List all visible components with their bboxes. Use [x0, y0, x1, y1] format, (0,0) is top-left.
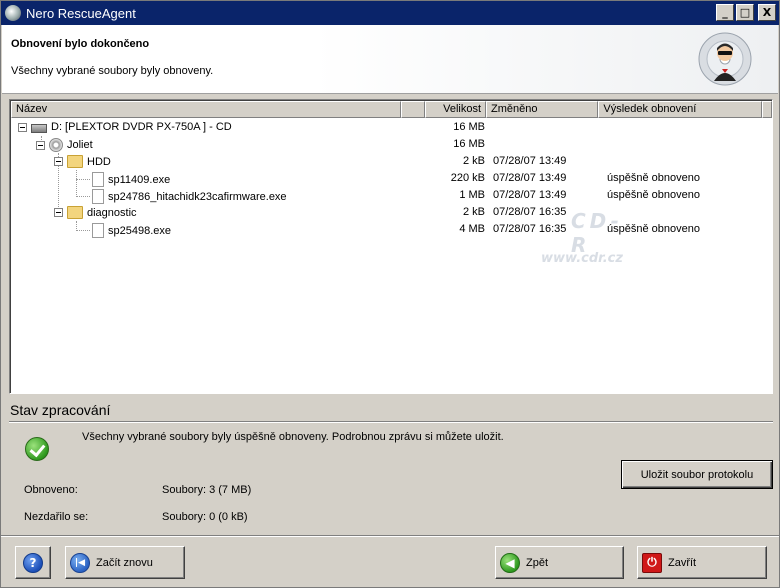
failed-value: Soubory: 0 (0 kB): [162, 511, 248, 523]
drive-icon: [31, 124, 47, 133]
minimize-button[interactable]: _: [716, 4, 734, 21]
status-message: Všechny vybrané soubory byly úspěšně obn…: [82, 431, 504, 443]
row-size: 220 kB: [450, 172, 485, 184]
tree-row-file[interactable]: sp24786_hitachidk23cafirmware.exe 1 MB 0…: [11, 187, 772, 204]
failed-label: Nezdařilo se:: [24, 511, 89, 523]
watermark-logo-text: CD-R: [571, 209, 623, 257]
column-name-header[interactable]: Název: [11, 101, 402, 118]
row-name-cell: HDD: [54, 155, 111, 168]
status-divider: [9, 421, 773, 423]
disc-icon: [49, 138, 63, 152]
row-name: HDD: [87, 155, 111, 168]
success-check-icon: [25, 437, 49, 461]
tree-row-file[interactable]: sp25498.exe 4 MB 07/28/07 16:35 úspěšně …: [11, 221, 772, 238]
footer-divider: [1, 535, 779, 537]
row-name-cell: diagnostic: [54, 206, 137, 219]
row-name-cell: sp25498.exe: [92, 223, 171, 238]
row-size: 2 kB: [462, 206, 485, 218]
folder-icon: [67, 155, 83, 168]
column-size-header[interactable]: Velikost: [424, 101, 487, 118]
row-name-cell: sp24786_hitachidk23cafirmware.exe: [92, 189, 287, 204]
help-button[interactable]: ?: [15, 546, 51, 579]
row-name-cell: sp11409.exe: [92, 172, 170, 187]
row-modified: 07/28/07 13:49: [493, 155, 567, 167]
file-icon: [92, 172, 104, 187]
file-icon: [92, 189, 104, 204]
save-log-button[interactable]: Uložit soubor protokolu: [621, 460, 773, 489]
recovered-label: Obnoveno:: [24, 484, 78, 496]
folder-icon: [67, 206, 83, 219]
tree-row-drive[interactable]: D: [PLEXTOR DVDR PX-750A ] - CD 16 MB: [11, 119, 772, 136]
row-result: úspěšně obnoveno: [607, 172, 700, 184]
power-icon: ⏻: [642, 552, 662, 573]
recovered-value: Soubory: 3 (7 MB): [162, 484, 252, 496]
title-bar[interactable]: Nero RescueAgent _ □ X: [1, 1, 779, 25]
row-name-cell: D: [PLEXTOR DVDR PX-750A ] - CD: [18, 121, 232, 133]
row-name: Joliet: [67, 139, 93, 151]
watermark-url: www.cdr.cz: [541, 251, 623, 266]
start-over-label: Začít znovu: [96, 556, 153, 569]
collapse-icon[interactable]: [36, 140, 45, 150]
help-icon: ?: [23, 552, 43, 573]
page-title: Obnovení bylo dokončeno: [11, 38, 150, 50]
back-button[interactable]: ◀ Zpět: [495, 546, 624, 579]
row-name: diagnostic: [87, 206, 137, 219]
row-size: 4 MB: [459, 223, 485, 235]
recovered-files-list[interactable]: Název Velikost Změněno Výsledek obnovení…: [9, 99, 773, 394]
row-size: 16 MB: [453, 121, 485, 133]
tree-row-folder-hdd[interactable]: HDD 2 kB 07/28/07 13:49: [11, 153, 772, 170]
back-arrow-icon: ◀: [500, 552, 520, 573]
row-modified: 07/28/07 16:35: [493, 206, 567, 218]
collapse-icon[interactable]: [54, 208, 63, 217]
nero-rescueagent-window: Nero RescueAgent _ □ X Obnovení bylo dok…: [0, 0, 780, 588]
row-name: D: [PLEXTOR DVDR PX-750A ] - CD: [51, 121, 232, 133]
start-over-button[interactable]: |◀ Začít znovu: [65, 546, 185, 579]
list-header: Název Velikost Změněno Výsledek obnovení: [11, 101, 772, 118]
column-filler-header: [762, 101, 772, 118]
close-button[interactable]: ⏻ Zavřít: [637, 546, 767, 579]
collapse-icon[interactable]: [18, 122, 27, 132]
close-window-button[interactable]: X: [758, 4, 776, 21]
row-result: úspěšně obnoveno: [607, 189, 700, 201]
column-modified-header[interactable]: Změněno: [486, 101, 599, 118]
window-controls: _ □ X: [716, 4, 776, 21]
restart-icon: |◀: [70, 552, 90, 573]
page-subtitle: Všechny vybrané soubory byly obnoveny.: [11, 65, 214, 77]
collapse-icon[interactable]: [54, 157, 63, 166]
row-size: 1 MB: [459, 189, 485, 201]
row-modified: 07/28/07 13:49: [493, 172, 567, 184]
row-name: sp24786_hitachidk23cafirmware.exe: [108, 190, 287, 203]
column-blank-header[interactable]: [401, 101, 425, 118]
back-label: Zpět: [526, 556, 549, 569]
row-modified: 07/28/07 16:35: [493, 223, 567, 235]
nero-app-icon: [5, 5, 21, 21]
close-label: Zavřít: [668, 556, 697, 569]
row-size: 16 MB: [453, 138, 485, 150]
row-name: sp11409.exe: [108, 173, 171, 186]
file-icon: [92, 223, 104, 238]
tree-rows: D: [PLEXTOR DVDR PX-750A ] - CD 16 MB Jo…: [11, 119, 772, 266]
row-modified: 07/28/07 13:49: [493, 189, 567, 201]
rescue-agent-logo-icon: [698, 32, 752, 86]
row-size: 2 kB: [462, 155, 485, 167]
row-name: sp25498.exe: [108, 224, 171, 237]
tree-row-folder-diagnostic[interactable]: diagnostic 2 kB 07/28/07 16:35: [11, 204, 772, 221]
status-section-title: Stav zpracování: [10, 402, 111, 418]
row-name-cell: Joliet: [36, 138, 93, 152]
maximize-button[interactable]: □: [736, 4, 754, 21]
tree-row-joliet[interactable]: Joliet 16 MB: [11, 136, 772, 153]
window-title: Nero RescueAgent: [26, 5, 136, 21]
column-result-header[interactable]: Výsledek obnovení: [598, 101, 762, 118]
tree-row-file[interactable]: sp11409.exe 220 kB 07/28/07 13:49 úspěšn…: [11, 170, 772, 187]
wizard-header: Obnovení bylo dokončeno Všechny vybrané …: [2, 25, 778, 94]
